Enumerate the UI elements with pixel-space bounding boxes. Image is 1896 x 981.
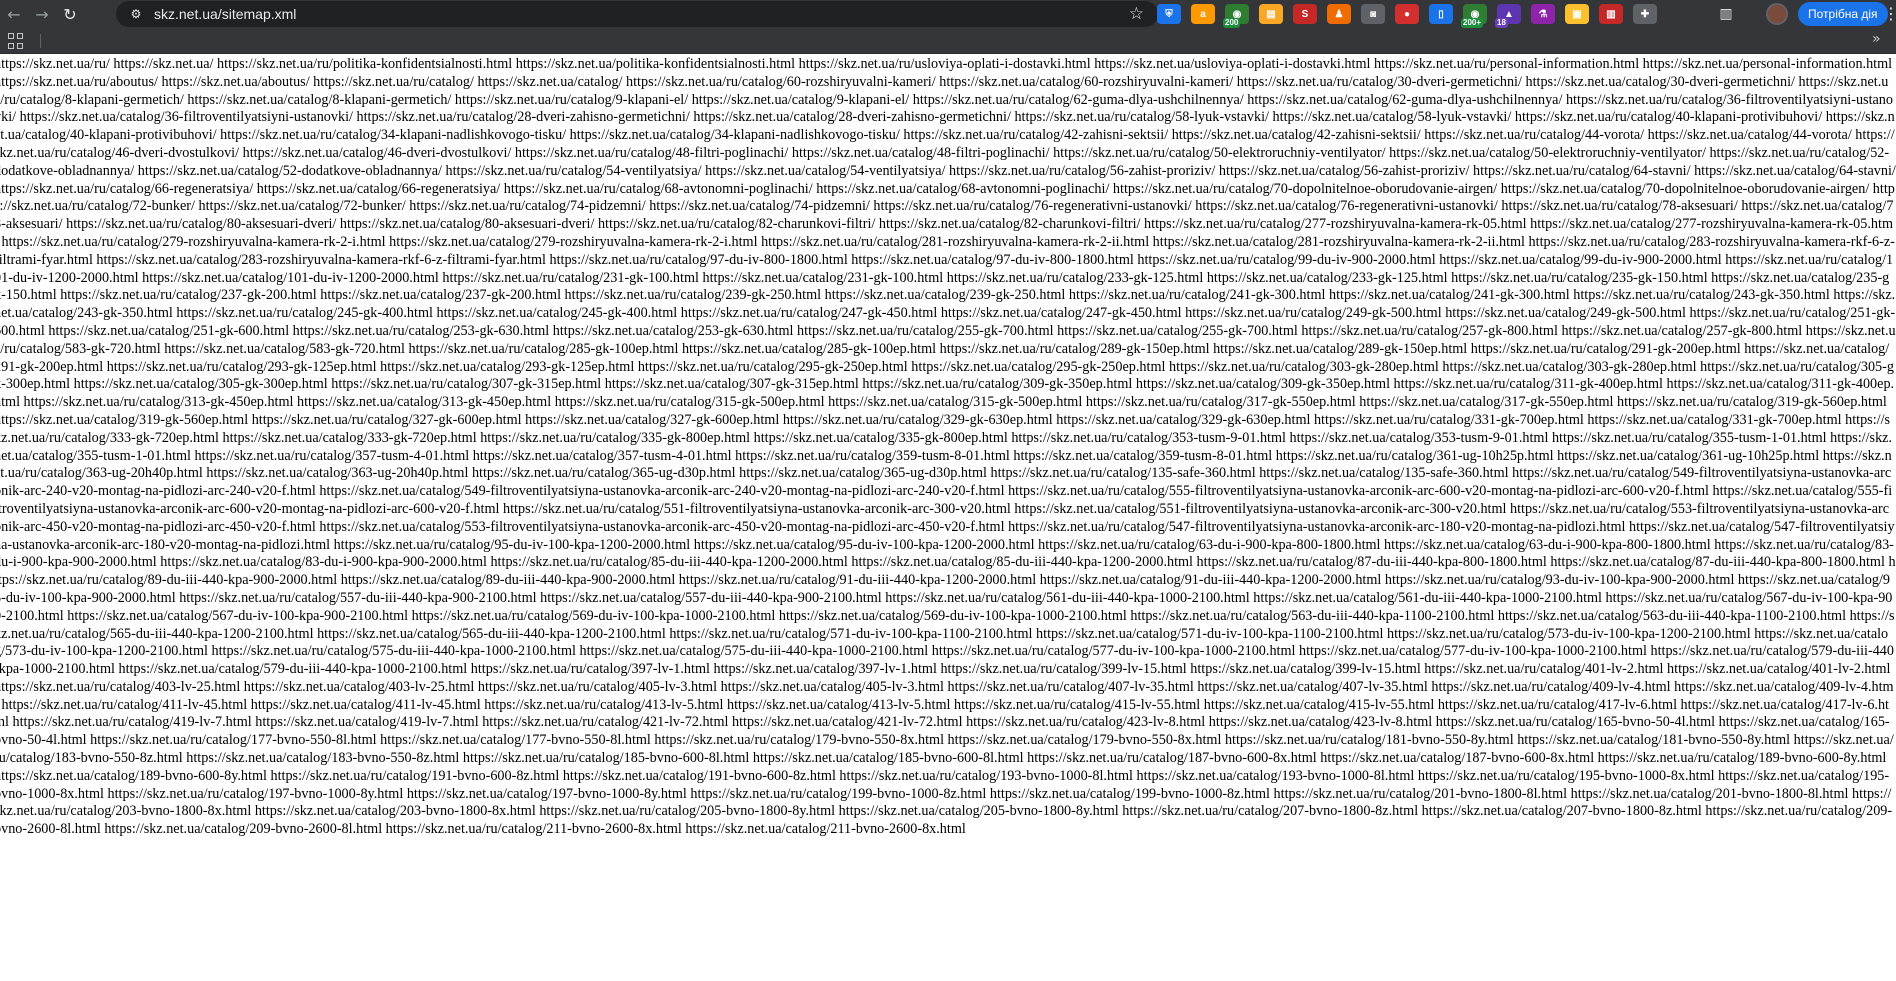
reload-icon: ↻ xyxy=(63,4,77,24)
extension-badge: 200+ xyxy=(1461,18,1484,28)
red-book-extension-icon[interactable]: ▥ xyxy=(1599,4,1623,24)
map-pin-extension-icon[interactable]: ● xyxy=(1395,4,1419,24)
apps-grid-icon[interactable] xyxy=(8,33,24,49)
camera-extension-icon[interactable]: ◙ xyxy=(1361,4,1385,24)
menu-dots-icon[interactable]: ⋮ xyxy=(1883,4,1896,23)
arrow-right-icon: → xyxy=(35,4,49,24)
side-panel-icon[interactable]: ▥ xyxy=(1716,4,1736,24)
green-counter-extension-icon[interactable]: ◉ 200 xyxy=(1223,4,1249,28)
yellow-note-extension-icon[interactable]: ▤ xyxy=(1259,4,1283,24)
docs-extension-icon[interactable]: ▯ xyxy=(1429,4,1453,24)
forward-button[interactable]: → xyxy=(28,0,56,28)
sitemap-url-list: https://skz.net.ua/ru/ https://skz.net.u… xyxy=(0,56,1896,838)
amazon-extension-icon[interactable]: a xyxy=(1191,4,1215,24)
puzzle-extension-icon[interactable]: ✚ xyxy=(1633,4,1657,24)
arrow-left-icon: ← xyxy=(7,4,21,24)
green-counter-2-extension-icon[interactable]: ◉ 200+ xyxy=(1461,4,1487,28)
browser-toolbar: ← → ↻ ⚙ skz.net.ua/sitemap.xml ☆ ⛨ a ◉ 200 ▤… xyxy=(0,0,1896,28)
yellow-square-extension-icon[interactable]: ▣ xyxy=(1565,4,1589,24)
site-info-icon[interactable]: ⚙ xyxy=(128,6,144,22)
bookmarks-divider xyxy=(40,34,41,48)
orange-figure-extension-icon[interactable]: ♟ xyxy=(1327,4,1351,24)
flask-extension-icon[interactable]: ⚗ xyxy=(1531,4,1555,24)
extension-badge: 200 xyxy=(1223,18,1241,28)
purple-hat-extension-icon[interactable]: ▲ 18 xyxy=(1495,4,1521,28)
avatar[interactable] xyxy=(1766,3,1788,25)
address-bar[interactable]: ⚙ skz.net.ua/sitemap.xml ☆ xyxy=(116,1,1158,27)
extension-badge: 18 xyxy=(1495,18,1508,28)
reload-button[interactable]: ↻ xyxy=(56,0,84,28)
extensions-bar: ⛨ a ◉ 200 ▤ S ♟ ◙ ● ▯ ◉ 200+ ▲ 18 ⚗ ▣ ▥ ✚ xyxy=(1152,0,1662,28)
page-content: https://skz.net.ua/ru/ https://skz.net.u… xyxy=(0,56,1896,981)
bitwarden-extension-icon[interactable]: ⛨ xyxy=(1157,4,1181,24)
chevron-double-right-icon[interactable]: » xyxy=(1872,31,1881,47)
url-text[interactable]: skz.net.ua/sitemap.xml xyxy=(154,6,296,22)
profile-status-button[interactable]: Потрібна дія xyxy=(1798,2,1888,26)
red-s-extension-icon[interactable]: S xyxy=(1293,4,1317,24)
back-button[interactable]: ← xyxy=(0,0,28,28)
bookmark-star-icon[interactable]: ☆ xyxy=(1129,4,1144,24)
bookmarks-bar: » xyxy=(0,28,1896,54)
